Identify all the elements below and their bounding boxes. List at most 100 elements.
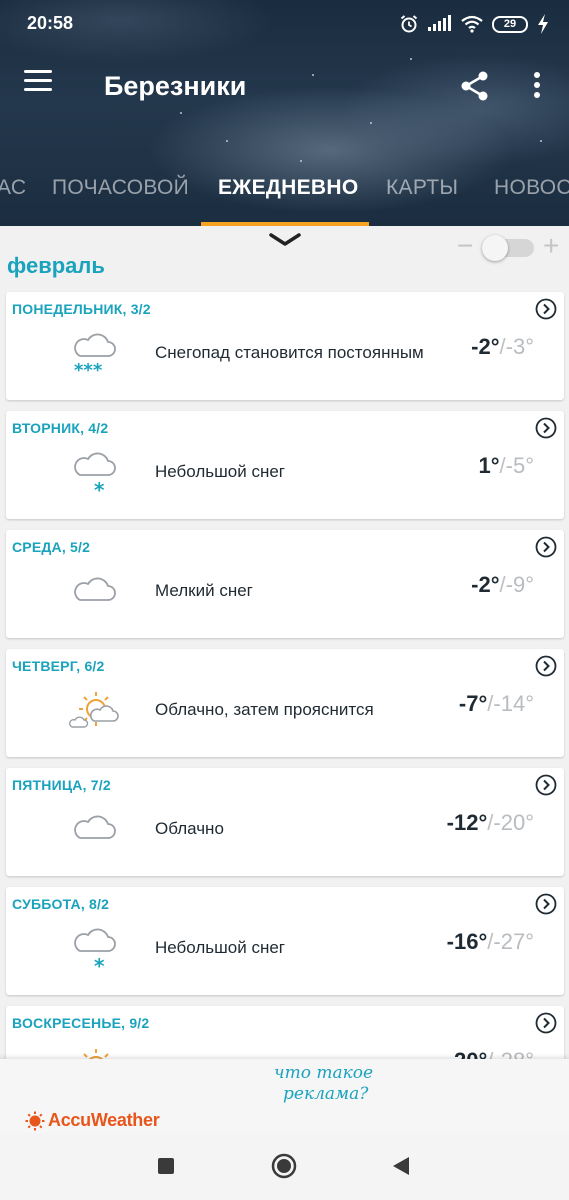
day-phrase: Небольшой снег [155,938,285,957]
zoom-plus-button[interactable]: + [543,232,559,260]
wifi-icon [461,15,483,33]
tab-maps[interactable]: КАРТЫ [386,176,458,200]
day-card[interactable]: СУББОТА, 8/2 * Небольшой снег -16°/-27° [6,887,564,995]
chevron-right-circle-icon [535,298,557,320]
ad-text-line2[interactable]: реклама? [283,1084,368,1104]
share-button[interactable] [458,69,492,103]
tab-daily[interactable]: ЕЖЕДНЕВНО [218,176,359,200]
home-button[interactable] [271,1153,297,1184]
temp-high: -12° [446,810,488,835]
tab-news[interactable]: НОВОСТ [494,176,569,200]
battery-level: 29 [503,18,517,30]
day-phrase: Облачно, затем прояснится [155,700,374,719]
chevron-right-circle-icon [535,774,557,796]
accuweather-logo: AccuWeather [25,1110,160,1131]
day-phrase: Облачно [155,819,224,838]
temp-low: -14° [493,691,534,716]
day-temperature: 1°/-5° [478,453,534,478]
day-date: ВТОРНИК, 4/2 [12,420,109,436]
collapse-chevron-icon[interactable] [268,230,302,250]
snow-light-icon: * [74,452,116,501]
day-date: СРЕДА, 5/2 [12,539,91,555]
day-phrase: Мелкий снег [155,581,253,600]
temp-high: -2° [471,572,500,597]
alarm-icon [400,15,418,33]
home-circle-icon [271,1153,297,1179]
back-button[interactable] [391,1156,411,1181]
temp-high: -7° [458,691,488,716]
day-card[interactable]: СРЕДА, 5/2 Мелкий снег -2°/-9° [6,530,564,638]
zoom-minus-button[interactable]: − [457,232,473,260]
chevron-right-circle-icon [535,536,557,558]
cloud-icon [74,815,116,839]
temp-low: -27° [493,929,534,954]
toggle-knob [482,235,508,261]
temp-high: 1° [478,453,500,478]
star [226,140,228,142]
recents-square-icon [158,1158,174,1174]
temp-low: -5° [505,453,534,478]
day-temperature: -2°/-9° [471,572,534,597]
temp-low: -3° [505,334,534,359]
day-temperature: -16°/-27° [446,929,534,954]
temp-low: -9° [505,572,534,597]
day-phrase: Небольшой снег [155,462,285,481]
day-date: ЧЕТВЕРГ, 6/2 [12,658,105,674]
signal-icon [428,15,451,31]
day-date: ПОНЕДЕЛЬНИК, 3/2 [12,301,151,317]
star [370,122,372,124]
tab-now[interactable]: АС [0,176,26,200]
day-temperature: -12°/-20° [446,810,534,835]
svg-text:*: * [94,954,105,977]
accuweather-brand: AccuWeather [48,1110,160,1130]
day-temperature: -2°/-3° [471,334,534,359]
tab-hourly[interactable]: ПОЧАСОВОЙ [52,176,189,200]
charging-icon [538,14,548,34]
temp-low: -20° [493,810,534,835]
menu-button[interactable] [24,70,56,100]
star [540,140,542,142]
chevron-right-circle-icon [535,417,557,439]
day-card[interactable]: ПОНЕДЕЛЬНИК, 3/2 *** Снегопад становится… [6,292,564,400]
tab-bar: АС ПОЧАСОВОЙ ЕЖЕДНЕВНО КАРТЫ НОВОСТ [0,160,569,226]
snow-light-icon: * [74,928,116,977]
more-vertical-icon [534,72,540,98]
day-card[interactable]: ЧЕТВЕРГ, 6/2 Облачно, затем прояснится -… [6,649,564,757]
share-icon [461,71,488,101]
app-bar: Березники [0,52,569,120]
day-temperature: -7°/-14° [458,691,534,716]
back-triangle-icon [393,1157,409,1175]
status-bar: 20:58 29 [0,0,569,48]
status-time: 20:58 [27,13,74,33]
day-date: ВОСКРЕСЕНЬЕ, 9/2 [12,1015,150,1031]
accuweather-sun-icon [25,1111,45,1130]
temp-high: -16° [446,929,488,954]
status-icons: 29 [399,12,549,36]
svg-text:***: *** [74,360,103,381]
chevron-right-circle-icon [535,893,557,915]
sun-cloud-icon [69,692,119,728]
chevron-right-circle-icon [535,655,557,677]
month-label: февраль [7,253,105,278]
location-title[interactable]: Березники [104,71,246,102]
temp-high: -2° [471,334,500,359]
svg-text:*: * [94,478,105,501]
day-card[interactable]: ПЯТНИЦА, 7/2 Облачно -12°/-20° [6,768,564,876]
zoom-toggle[interactable] [482,235,534,261]
day-date: СУББОТА, 8/2 [12,896,110,912]
cloud-icon [74,577,116,601]
active-tab-indicator [201,222,369,226]
snow-heavy-icon: *** [74,333,116,381]
menu-icon [24,70,56,91]
system-nav-bar [0,1133,569,1200]
battery-icon: 29 [492,15,528,33]
day-card[interactable]: ВТОРНИК, 4/2 * Небольшой снег 1°/-5° [6,411,564,519]
day-phrase: Снегопад становится постоянным [155,343,424,362]
day-date: ПЯТНИЦА, 7/2 [12,777,111,793]
ad-text-line1[interactable]: что такое [274,1063,373,1083]
recents-button[interactable] [157,1157,175,1180]
ad-banner[interactable]: что такое реклама? AccuWeather [0,1059,569,1133]
more-options-button[interactable] [524,69,550,103]
chevron-right-circle-icon [535,1012,557,1034]
header: 20:58 29 Березники АС ПОЧАСОВОЙ ЕЖЕДНЕВН… [0,0,569,226]
